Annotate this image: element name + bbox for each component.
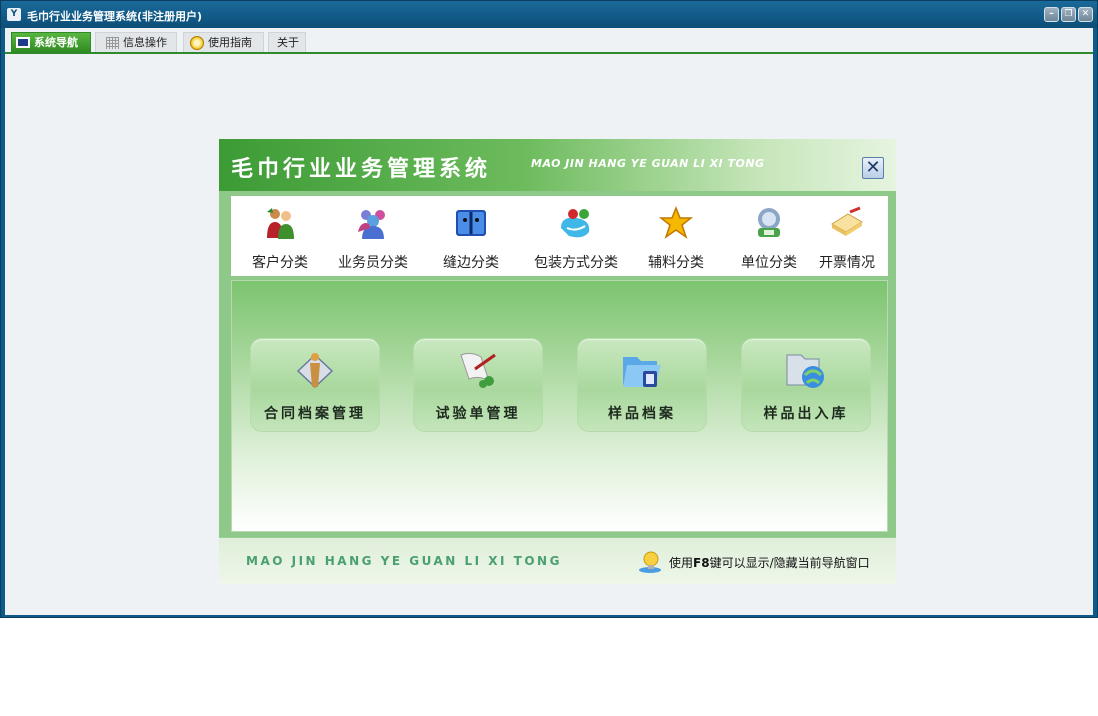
sample-inout-button[interactable]: 样品出入库 xyxy=(741,338,871,432)
invoice-icon xyxy=(831,206,863,236)
navigator-close-button[interactable]: ✕ xyxy=(862,157,884,179)
contract-icon xyxy=(296,353,334,389)
star-icon xyxy=(659,206,693,239)
toolbar-item-customers[interactable]: 客户分类 xyxy=(235,200,325,274)
restore-icon[interactable]: ❐ xyxy=(1061,7,1076,22)
customers-icon xyxy=(267,208,294,239)
sample-archive-button[interactable]: 样品档案 xyxy=(577,338,707,432)
toolbar-item-label: 包装方式分类 xyxy=(534,255,618,271)
window-title: 毛巾行业业务管理系统(非注册用户) xyxy=(27,10,203,23)
tab-label: 关于 xyxy=(277,35,299,49)
close-icon[interactable]: ✕ xyxy=(1078,7,1093,22)
sample-inout-icon xyxy=(786,354,824,388)
toolbar-item-sewing-edge[interactable]: 缝边分类 xyxy=(426,200,516,274)
toolbar-item-label: 开票情况 xyxy=(819,255,875,271)
tab-label: 系统导航 xyxy=(34,35,78,49)
test-sheet-icon xyxy=(460,352,496,388)
salesmen-icon xyxy=(358,210,385,239)
lightbulb-icon xyxy=(639,551,661,573)
toolbar-item-label: 业务员分类 xyxy=(338,255,408,271)
monitor-icon xyxy=(16,37,30,48)
main-button-label: 合同档案管理 xyxy=(264,406,366,422)
toolbar-item-invoice[interactable]: 开票情况 xyxy=(805,200,889,274)
toolbar-item-accessories[interactable]: 辅料分类 xyxy=(631,200,721,274)
tab-user-guide[interactable]: 使用指南 xyxy=(183,32,264,52)
title-bar: Y 毛巾行业业务管理系统(非注册用户) – ❐ ✕ xyxy=(1,1,1097,28)
navigator-title: 毛巾行业业务管理系统 xyxy=(231,157,492,182)
toolbar-item-label: 缝边分类 xyxy=(443,255,499,271)
toolbar-item-label: 辅料分类 xyxy=(648,255,704,271)
grid-icon xyxy=(106,36,119,49)
test-sheet-button[interactable]: 试验单管理 xyxy=(413,338,543,432)
packaging-icon xyxy=(561,209,590,238)
main-button-label: 样品档案 xyxy=(608,406,676,422)
sewing-edge-icon xyxy=(456,210,486,236)
toolbar-frame: 客户分类 业务员分类 缝边分类 包装方式分类 辅料分类 单位分类 开票情况 xyxy=(219,191,896,277)
unit-icon xyxy=(758,208,780,237)
tab-system-navigation[interactable]: 系统导航 xyxy=(11,32,91,52)
contract-archive-button[interactable]: 合同档案管理 xyxy=(250,338,380,432)
navigator-header: 毛巾行业业务管理系统 MAO JIN HANG YE GUAN LI XI TO… xyxy=(219,139,896,191)
main-button-label: 样品出入库 xyxy=(763,406,849,422)
footer-pinyin-text: MAO JIN HANG YE GUAN LI XI TONG xyxy=(246,554,562,568)
hint-prefix: 使用 xyxy=(669,555,694,570)
tab-strip: 系统导航 信息操作 使用指南 关于 xyxy=(5,28,1093,54)
main-button-area: 合同档案管理 试验单管理 样品档案 样品出入库 xyxy=(231,280,888,532)
hint-suffix: 键可以显示/隐藏当前导航窗口 xyxy=(709,555,870,570)
tab-label: 信息操作 xyxy=(123,35,167,49)
main-frame: 合同档案管理 试验单管理 样品档案 样品出入库 xyxy=(219,277,896,537)
main-button-label: 试验单管理 xyxy=(435,406,521,422)
toolbar-item-label: 客户分类 xyxy=(252,255,308,271)
sample-folder-icon xyxy=(623,357,661,387)
window-controls: – ❐ ✕ xyxy=(1044,7,1093,22)
toolbar-item-packaging[interactable]: 包装方式分类 xyxy=(521,200,631,274)
minimize-icon[interactable]: – xyxy=(1044,7,1059,22)
navigator-subtitle: MAO JIN HANG YE GUAN LI XI TONG xyxy=(531,157,765,170)
toolbar-item-units[interactable]: 单位分类 xyxy=(724,200,814,274)
f8-hint: 使用F8键可以显示/隐藏当前导航窗口 xyxy=(637,550,870,574)
toolbar-item-salesmen[interactable]: 业务员分类 xyxy=(328,200,418,274)
tab-about[interactable]: 关于 xyxy=(268,32,306,52)
tab-label: 使用指南 xyxy=(208,35,252,49)
navigator-footer: MAO JIN HANG YE GUAN LI XI TONG 使用F8键可以显… xyxy=(219,537,896,584)
category-toolbar: 客户分类 业务员分类 缝边分类 包装方式分类 辅料分类 单位分类 开票情况 xyxy=(231,196,888,276)
toolbar-item-label: 单位分类 xyxy=(741,255,797,271)
app-logo-icon[interactable]: Y xyxy=(7,8,21,21)
tab-info-operation[interactable]: 信息操作 xyxy=(95,32,177,52)
navigator-panel: 毛巾行业业务管理系统 MAO JIN HANG YE GUAN LI XI TO… xyxy=(219,139,896,584)
clock-icon xyxy=(190,35,204,50)
hint-key: F8 xyxy=(693,555,710,570)
